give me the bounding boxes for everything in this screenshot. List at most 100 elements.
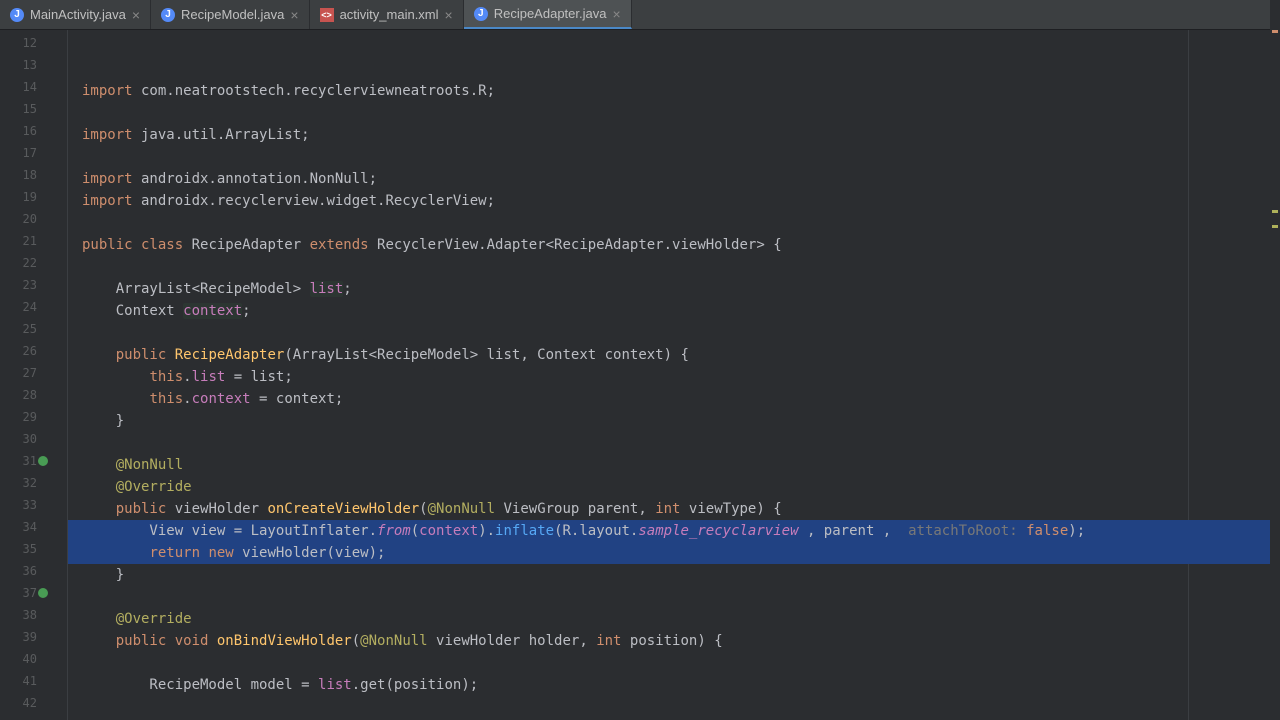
code-token: [82, 457, 116, 473]
line-number[interactable]: 35: [0, 538, 67, 560]
code-token: [82, 479, 116, 495]
line-number[interactable]: 19: [0, 186, 67, 208]
line-number[interactable]: 22: [0, 252, 67, 274]
code-line[interactable]: @Override: [68, 608, 1280, 630]
code-line[interactable]: [68, 652, 1280, 674]
code-token: RecipeAdapter: [175, 347, 285, 363]
line-number[interactable]: 41: [0, 670, 67, 692]
line-number[interactable]: 14: [0, 76, 67, 98]
line-number[interactable]: 42: [0, 692, 67, 714]
code-token: @NonNull: [360, 633, 427, 649]
override-gutter-icon[interactable]: [38, 456, 48, 466]
tab-mainactivity-java[interactable]: JMainActivity.java×: [0, 0, 151, 29]
code-line[interactable]: RecipeModel model = list.get(position);: [68, 674, 1280, 696]
line-number[interactable]: 33: [0, 494, 67, 516]
override-gutter-icon[interactable]: [38, 588, 48, 598]
code-token: this: [149, 369, 183, 385]
code-token: attachToRoot:: [908, 523, 1026, 539]
code-token: .: [183, 369, 191, 385]
tab-recipemodel-java[interactable]: JRecipeModel.java×: [151, 0, 310, 29]
code-line[interactable]: import java.util.ArrayList;: [68, 124, 1280, 146]
code-line[interactable]: [68, 102, 1280, 124]
code-token: extends: [310, 237, 369, 253]
code-token: public: [116, 347, 167, 363]
line-number[interactable]: 29: [0, 406, 67, 428]
close-icon[interactable]: ×: [612, 6, 620, 22]
tab-activity_main-xml[interactable]: <>activity_main.xml×: [310, 0, 464, 29]
code-line[interactable]: ArrayList<RecipeModel> list;: [68, 278, 1280, 300]
line-number[interactable]: 12: [0, 32, 67, 54]
code-token: = list;: [225, 369, 292, 385]
line-number[interactable]: 13: [0, 54, 67, 76]
code-token: public: [116, 501, 167, 517]
close-icon[interactable]: ×: [445, 7, 453, 23]
code-line[interactable]: public void onBindViewHolder(@NonNull vi…: [68, 630, 1280, 652]
code-line[interactable]: import androidx.recyclerview.widget.Recy…: [68, 190, 1280, 212]
line-number[interactable]: 21: [0, 230, 67, 252]
code-token: [82, 611, 116, 627]
code-token: }: [82, 413, 124, 429]
code-token: list: [192, 369, 226, 385]
line-number[interactable]: 40: [0, 648, 67, 670]
code-line[interactable]: @NonNull: [68, 454, 1280, 476]
code-token: }: [82, 567, 124, 583]
code-token: position) {: [621, 633, 722, 649]
line-number[interactable]: 20: [0, 208, 67, 230]
code-line[interactable]: [68, 696, 1280, 718]
code-token: public class: [82, 237, 183, 253]
code-line[interactable]: this.context = context;: [68, 388, 1280, 410]
close-icon[interactable]: ×: [132, 7, 140, 23]
code-area[interactable]: import com.neatrootstech.recyclerviewnea…: [68, 30, 1280, 720]
code-line[interactable]: [68, 432, 1280, 454]
line-number[interactable]: 28: [0, 384, 67, 406]
code-line[interactable]: public RecipeAdapter(ArrayList<RecipeMod…: [68, 344, 1280, 366]
code-line[interactable]: [68, 586, 1280, 608]
code-token: (R.layout.: [554, 523, 638, 539]
close-icon[interactable]: ×: [290, 7, 298, 23]
code-token: viewHolder: [166, 501, 267, 517]
code-line[interactable]: Context context;: [68, 300, 1280, 322]
code-token: [82, 633, 116, 649]
code-line[interactable]: @Override: [68, 476, 1280, 498]
line-number[interactable]: 23: [0, 274, 67, 296]
code-line[interactable]: View view = LayoutInflater.from(context)…: [68, 520, 1280, 542]
line-number[interactable]: 25: [0, 318, 67, 340]
code-line[interactable]: return new viewHolder(view);: [68, 542, 1280, 564]
code-line[interactable]: [68, 212, 1280, 234]
line-number[interactable]: 34: [0, 516, 67, 538]
line-number[interactable]: 15: [0, 98, 67, 120]
code-token: , parent ,: [799, 523, 909, 539]
line-number[interactable]: 36: [0, 560, 67, 582]
code-line[interactable]: this.list = list;: [68, 366, 1280, 388]
code-line[interactable]: }: [68, 410, 1280, 432]
tab-label: RecipeModel.java: [181, 7, 284, 22]
code-line[interactable]: [68, 256, 1280, 278]
code-line[interactable]: [68, 146, 1280, 168]
code-line[interactable]: [68, 322, 1280, 344]
line-number[interactable]: 27: [0, 362, 67, 384]
line-number[interactable]: 24: [0, 296, 67, 318]
error-stripe[interactable]: [1270, 0, 1280, 720]
code-token: return new: [149, 545, 233, 561]
code-token: int: [596, 633, 621, 649]
code-line[interactable]: public class RecipeAdapter extends Recyc…: [68, 234, 1280, 256]
line-number[interactable]: 31: [0, 450, 67, 472]
java-file-icon: J: [474, 7, 488, 21]
code-line[interactable]: public viewHolder onCreateViewHolder(@No…: [68, 498, 1280, 520]
code-line[interactable]: import androidx.annotation.NonNull;: [68, 168, 1280, 190]
line-number[interactable]: 18: [0, 164, 67, 186]
code-token: (: [411, 523, 419, 539]
line-number[interactable]: 30: [0, 428, 67, 450]
code-token: @NonNull: [428, 501, 495, 517]
line-number[interactable]: 37: [0, 582, 67, 604]
line-number[interactable]: 17: [0, 142, 67, 164]
tab-recipeadapter-java[interactable]: JRecipeAdapter.java×: [464, 0, 632, 29]
editor-tabs: JMainActivity.java×JRecipeModel.java×<>a…: [0, 0, 1280, 30]
code-line[interactable]: import com.neatrootstech.recyclerviewnea…: [68, 80, 1280, 102]
line-number[interactable]: 26: [0, 340, 67, 362]
line-number[interactable]: 32: [0, 472, 67, 494]
line-number[interactable]: 16: [0, 120, 67, 142]
line-number[interactable]: 38: [0, 604, 67, 626]
code-line[interactable]: }: [68, 564, 1280, 586]
line-number[interactable]: 39: [0, 626, 67, 648]
